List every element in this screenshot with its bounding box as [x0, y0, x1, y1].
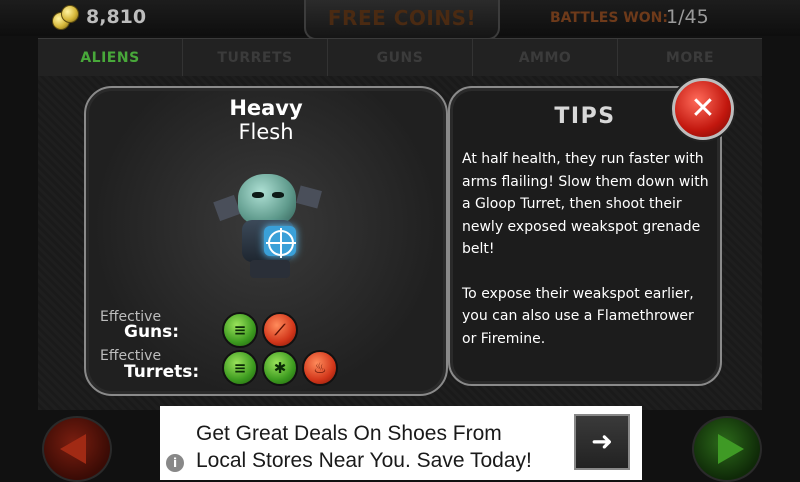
top-bar: 8,810 FREE COINS! BATTLES WON: 1/45: [0, 0, 800, 40]
ad-text-line2: Local Stores Near You. Save Today!: [196, 449, 532, 472]
alien-figure: [206, 168, 326, 288]
coins-icon: [52, 4, 79, 30]
tab-guns[interactable]: GUNS: [328, 39, 473, 77]
tips-text: At half health, they run faster with arm…: [462, 148, 710, 372]
alien-name-line2: Flesh: [238, 120, 294, 144]
tab-aliens[interactable]: ALIENS: [38, 39, 183, 77]
ad-arrow-button[interactable]: ➜: [574, 414, 630, 470]
red-fire-icon: ♨: [302, 350, 338, 386]
tab-turrets[interactable]: TURRETS: [183, 39, 328, 77]
green-lines-icon: ≡: [222, 312, 258, 348]
info-icon[interactable]: i: [166, 454, 184, 472]
alien-name-line1: Heavy: [229, 96, 303, 120]
crosshair-icon: [266, 228, 296, 258]
tab-ammo[interactable]: AMMO: [473, 39, 618, 77]
alien-left-arm: [213, 194, 241, 222]
previous-alien-button[interactable]: [42, 416, 112, 482]
tips-paragraph-2: To expose their weakspot earlier, you ca…: [462, 285, 694, 347]
green-splat-icon: ✱: [262, 350, 298, 386]
ad-banner[interactable]: Get Great Deals On Shoes From Local Stor…: [160, 406, 642, 480]
alien-head: [238, 174, 296, 226]
alien-right-arm: [296, 185, 322, 209]
ad-text: Get Great Deals On Shoes From Local Stor…: [196, 420, 576, 474]
green-lines-icon: ≡: [222, 350, 258, 386]
red-flame-icon: ⟋: [262, 312, 298, 348]
coin-count: 8,810: [86, 6, 147, 28]
next-alien-button[interactable]: [692, 416, 762, 482]
tab-more[interactable]: MORE: [618, 39, 762, 77]
alien-legs: [250, 260, 290, 278]
alien-left-eye: [252, 192, 264, 198]
battles-won-label: BATTLES WON:: [550, 10, 668, 26]
ad-text-line1: Get Great Deals On Shoes From: [196, 422, 502, 445]
alien-right-eye: [272, 192, 284, 198]
category-tabs: ALIENS TURRETS GUNS AMMO MORE: [38, 38, 762, 78]
battles-won-value: 1/45: [666, 6, 709, 28]
close-button[interactable]: ✕: [672, 78, 734, 140]
effective-guns-label: Guns:: [124, 322, 180, 342]
tips-paragraph-1: At half health, they run faster with arm…: [462, 151, 709, 257]
effective-turrets-label: Turrets:: [124, 362, 200, 382]
free-coins-button[interactable]: FREE COINS!: [304, 0, 500, 40]
